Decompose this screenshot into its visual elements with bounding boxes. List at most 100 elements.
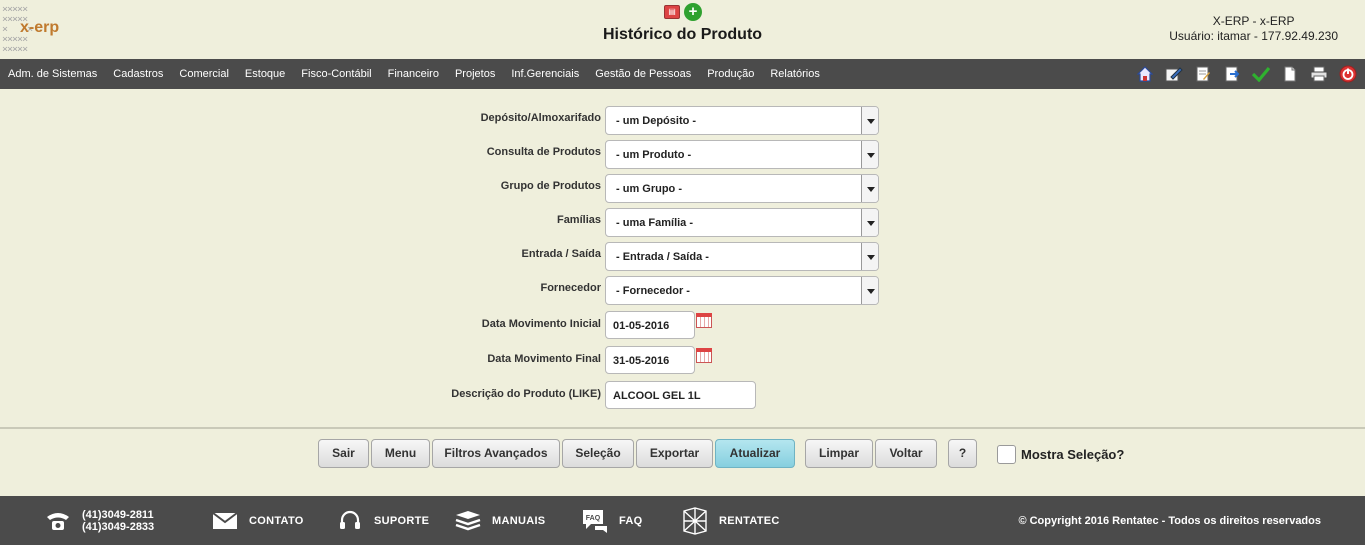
mostra-selecao-checkbox[interactable] xyxy=(997,445,1016,464)
menu-producao[interactable]: Produção xyxy=(699,68,762,80)
data-inicial-input[interactable]: 01-05-2016 xyxy=(605,311,695,339)
data-final-label: Data Movimento Final xyxy=(487,353,601,365)
menu-comercial[interactable]: Comercial xyxy=(171,68,237,80)
calendar-icon[interactable] xyxy=(696,313,712,328)
menu-financeiro[interactable]: Financeiro xyxy=(380,68,447,80)
menu-cadastros[interactable]: Cadastros xyxy=(105,68,171,80)
menu-adm-sistemas[interactable]: Adm. de Sistemas xyxy=(0,68,105,80)
descricao-value: ALCOOL GEL 1L xyxy=(613,390,701,402)
entrada-saida-label: Entrada / Saída xyxy=(521,248,601,260)
suporte-link[interactable]: SUPORTE xyxy=(374,515,429,527)
footer-manuais[interactable]: MANUAIS xyxy=(454,496,545,545)
chevron-down-icon[interactable] xyxy=(861,175,878,202)
menu-relatorios[interactable]: Relatórios xyxy=(762,68,828,80)
grupo-value: - um Grupo - xyxy=(616,183,682,195)
footer-suporte[interactable]: SUPORTE xyxy=(336,496,429,545)
descricao-input[interactable]: ALCOOL GEL 1L xyxy=(605,381,756,409)
add-icon[interactable]: + xyxy=(684,3,702,21)
menu-gestao-pessoas[interactable]: Gestão de Pessoas xyxy=(587,68,699,80)
phone-1: (41)3049-2811 xyxy=(82,508,154,521)
exportar-button[interactable]: Exportar xyxy=(636,439,713,468)
home-icon[interactable] xyxy=(1136,65,1154,83)
footer-rentatec[interactable]: RENTATEC xyxy=(681,496,780,545)
row-descricao: Descrição do Produto (LIKE) ALCOOL GEL 1… xyxy=(0,380,1365,410)
chevron-down-icon[interactable] xyxy=(861,141,878,168)
pdf-icon[interactable]: ▤ xyxy=(664,5,680,19)
check-icon[interactable] xyxy=(1252,65,1270,83)
faq-icon-text: FAQ xyxy=(586,515,601,522)
action-bar: Sair Menu Filtros Avançados Seleção Expo… xyxy=(0,439,1365,469)
menu-items: Adm. de Sistemas Cadastros Comercial Est… xyxy=(0,59,828,89)
menu-button[interactable]: Menu xyxy=(371,439,430,468)
rentatec-link[interactable]: RENTATEC xyxy=(719,515,780,527)
faq-link[interactable]: FAQ xyxy=(619,515,643,527)
fornecedor-label: Fornecedor xyxy=(540,282,601,294)
header-icons: ▤ + xyxy=(664,3,704,23)
row-entrada-saida: Entrada / Saída - Entrada / Saída - xyxy=(0,240,1365,271)
row-deposito: Depósito/Almoxarifado - um Depósito - xyxy=(0,104,1365,135)
data-final-input[interactable]: 31-05-2016 xyxy=(605,346,695,374)
calendar-icon[interactable] xyxy=(696,348,712,363)
menu-inf-gerenciais[interactable]: Inf.Gerenciais xyxy=(503,68,587,80)
phone-icon xyxy=(44,507,72,535)
contato-link[interactable]: CONTATO xyxy=(249,515,304,527)
fornecedor-select[interactable]: - Fornecedor - xyxy=(605,276,879,305)
grupo-select[interactable]: - um Grupo - xyxy=(605,174,879,203)
edit-icon[interactable] xyxy=(1165,65,1183,83)
deposito-value: - um Depósito - xyxy=(616,115,697,127)
divider xyxy=(0,427,1365,429)
system-name: X-ERP - x-ERP xyxy=(1212,14,1295,28)
row-data-final: Data Movimento Final 31-05-2016 xyxy=(0,345,1365,375)
data-inicial-value: 01-05-2016 xyxy=(613,320,670,332)
chevron-down-icon[interactable] xyxy=(861,107,878,134)
phone-numbers: (41)3049-2811 (41)3049-2833 xyxy=(82,509,154,533)
menu-fisco-contabil[interactable]: Fisco-Contábil xyxy=(293,68,379,80)
new-document-icon[interactable] xyxy=(1281,65,1299,83)
voltar-button[interactable]: Voltar xyxy=(875,439,937,468)
toolbar-icons xyxy=(1136,59,1357,89)
document-edit-icon[interactable] xyxy=(1194,65,1212,83)
filtros-avancados-button[interactable]: Filtros Avançados xyxy=(432,439,560,468)
deposito-select[interactable]: - um Depósito - xyxy=(605,106,879,135)
grupo-label: Grupo de Produtos xyxy=(500,180,601,192)
sair-button[interactable]: Sair xyxy=(318,439,369,468)
mail-icon xyxy=(211,507,239,535)
print-icon[interactable] xyxy=(1310,65,1328,83)
data-final-value: 31-05-2016 xyxy=(613,355,670,367)
familia-select[interactable]: - uma Família - xyxy=(605,208,879,237)
chevron-down-icon[interactable] xyxy=(861,277,878,304)
menu-bar: Adm. de Sistemas Cadastros Comercial Est… xyxy=(0,59,1365,89)
familia-value: - uma Família - xyxy=(616,217,694,229)
atualizar-button[interactable]: Atualizar xyxy=(715,439,795,468)
produto-select[interactable]: - um Produto - xyxy=(605,140,879,169)
data-inicial-label: Data Movimento Inicial xyxy=(481,318,601,330)
power-icon[interactable] xyxy=(1339,65,1357,83)
help-button[interactable]: ? xyxy=(948,439,977,468)
footer-contato[interactable]: CONTATO xyxy=(211,496,304,545)
descricao-label: Descrição do Produto (LIKE) xyxy=(451,388,601,400)
entrada-saida-select[interactable]: - Entrada / Saída - xyxy=(605,242,879,271)
manuais-link[interactable]: MANUAIS xyxy=(492,515,545,527)
mostra-selecao-label[interactable]: Mostra Seleção? xyxy=(1021,447,1124,462)
rentatec-logo-icon xyxy=(681,506,709,535)
fornecedor-value: - Fornecedor - xyxy=(616,285,690,297)
row-familia: Famílias - uma Família - xyxy=(0,206,1365,237)
faq-icon: FAQ xyxy=(581,507,609,535)
familia-label: Famílias xyxy=(556,214,601,226)
user-info: X-ERP - x-ERP Usuário: itamar - 177.92.4… xyxy=(1169,14,1338,44)
footer-faq[interactable]: FAQ FAQ xyxy=(581,496,643,545)
row-grupo: Grupo de Produtos - um Grupo - xyxy=(0,172,1365,203)
header: ××××× ××××× × × ××××× ××××× x-erp ▤ + Histór… xyxy=(0,0,1365,59)
produto-value: - um Produto - xyxy=(616,149,692,161)
limpar-button[interactable]: Limpar xyxy=(805,439,873,468)
chevron-down-icon[interactable] xyxy=(861,243,878,270)
menu-projetos[interactable]: Projetos xyxy=(447,68,503,80)
menu-estoque[interactable]: Estoque xyxy=(237,68,293,80)
deposito-label: Depósito/Almoxarifado xyxy=(480,112,601,124)
selecao-button[interactable]: Seleção xyxy=(562,439,634,468)
row-fornecedor: Fornecedor - Fornecedor - xyxy=(0,274,1365,305)
user-name: Usuário: itamar - 177.92.49.230 xyxy=(1169,29,1338,43)
row-data-inicial: Data Movimento Inicial 01-05-2016 xyxy=(0,310,1365,340)
export-icon[interactable] xyxy=(1223,65,1241,83)
chevron-down-icon[interactable] xyxy=(861,209,878,236)
